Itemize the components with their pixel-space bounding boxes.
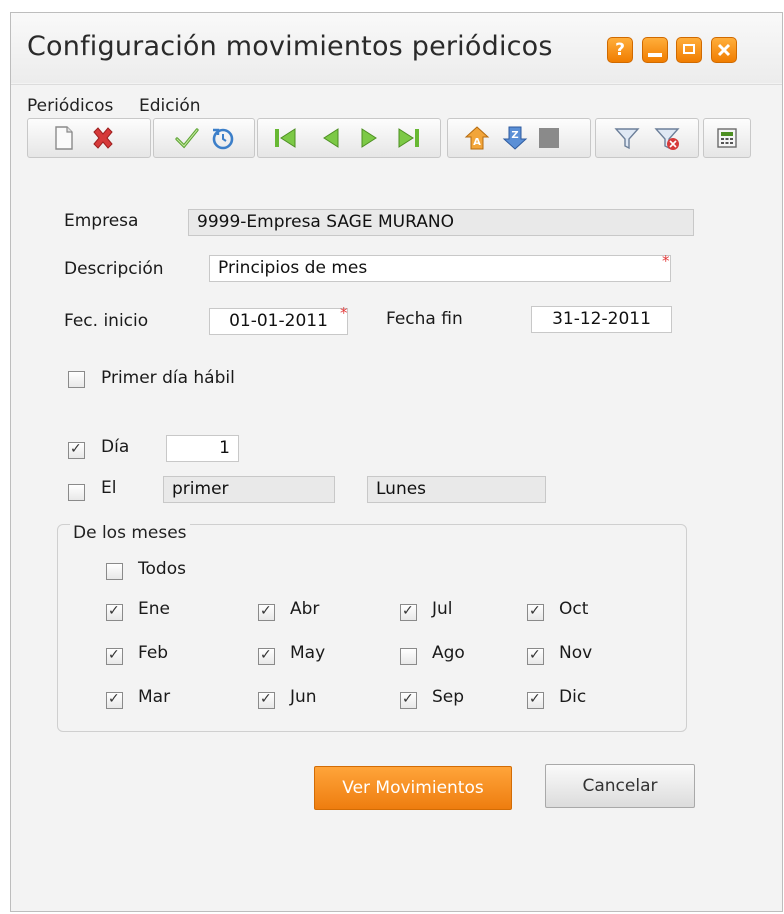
next-record-icon[interactable]: [355, 124, 383, 152]
check-icon: ✓: [529, 691, 541, 707]
month-label: Ene: [138, 599, 170, 619]
month-checkbox-abr[interactable]: ✓: [258, 603, 275, 621]
check-icon: ✓: [108, 691, 120, 707]
month-checkbox-mar[interactable]: ✓: [106, 691, 123, 709]
required-mark: *: [340, 304, 348, 322]
month-checkbox-feb[interactable]: ✓: [106, 647, 123, 665]
first-record-icon[interactable]: [271, 124, 299, 152]
todos-label: Todos: [138, 559, 186, 579]
maximize-icon: [683, 44, 695, 54]
window-title: Configuración movimientos periódicos: [27, 31, 553, 62]
month-label: May: [290, 643, 326, 663]
required-mark: *: [662, 252, 670, 270]
check-icon: ✓: [260, 691, 272, 707]
primer-dia-habil-checkbox[interactable]: [68, 371, 85, 388]
help-icon: ?: [615, 40, 625, 60]
check-icon: ✓: [529, 647, 541, 663]
month-label: Nov: [559, 643, 593, 663]
month-checkbox-ago[interactable]: [400, 648, 417, 665]
dia-label: Día: [101, 437, 130, 457]
month-label: Dic: [559, 687, 587, 707]
maximize-button[interactable]: [676, 37, 702, 63]
check-icon: ✓: [260, 603, 272, 619]
month-checkbox-nov[interactable]: ✓: [527, 647, 544, 665]
stop-icon[interactable]: [535, 124, 563, 152]
month-label: Sep: [432, 687, 465, 707]
menu-periodicos[interactable]: Periódicos: [27, 96, 113, 116]
month-label: Ago: [432, 643, 465, 663]
minimize-icon: [648, 53, 662, 57]
fec-inicio-label: Fec. inicio: [64, 311, 149, 331]
undo-icon[interactable]: [209, 124, 237, 152]
fec-inicio-input[interactable]: 01-01-2011: [209, 308, 348, 335]
month-label: Mar: [138, 687, 171, 707]
month-checkbox-ene[interactable]: ✓: [106, 603, 123, 621]
title-divider: [11, 84, 782, 85]
fecha-fin-input[interactable]: 31-12-2011: [531, 306, 672, 333]
months-group-title: De los meses: [70, 523, 190, 543]
remove-filter-icon[interactable]: [653, 124, 681, 152]
month-checkbox-jul[interactable]: ✓: [400, 603, 417, 621]
sort-descending-icon[interactable]: Z: [501, 124, 529, 152]
menu-edicion[interactable]: Edición: [139, 96, 201, 116]
month-checkbox-dic[interactable]: ✓: [527, 691, 544, 709]
month-checkbox-oct[interactable]: ✓: [527, 603, 544, 621]
calculator-icon[interactable]: [713, 124, 741, 152]
el-label: El: [101, 478, 117, 498]
help-button[interactable]: ?: [607, 37, 633, 63]
check-icon: ✓: [402, 603, 414, 619]
filter-icon[interactable]: [613, 124, 641, 152]
close-icon: [717, 43, 731, 57]
previous-record-icon[interactable]: [317, 124, 345, 152]
el-weekday-select[interactable]: Lunes: [367, 476, 546, 503]
toolbar: A Z: [27, 118, 751, 160]
check-icon: ✓: [260, 647, 272, 663]
minimize-button[interactable]: [642, 37, 668, 63]
toolbar-group-confirm: [153, 118, 255, 158]
check-icon: ✓: [529, 603, 541, 619]
svg-text:A: A: [473, 137, 481, 148]
month-checkbox-may[interactable]: ✓: [258, 647, 275, 665]
title-bar: Configuración movimientos periódicos ?: [11, 13, 782, 83]
month-label: Abr: [290, 599, 320, 619]
el-checkbox[interactable]: [68, 484, 85, 501]
accept-icon[interactable]: [173, 124, 201, 152]
primer-dia-habil-label: Primer día hábil: [101, 368, 235, 388]
month-checkbox-sep[interactable]: ✓: [400, 691, 417, 709]
todos-checkbox[interactable]: [106, 563, 123, 580]
close-button[interactable]: [711, 37, 737, 63]
svg-text:Z: Z: [511, 130, 518, 141]
descripcion-label: Descripción: [64, 259, 164, 279]
cancel-button[interactable]: Cancelar: [545, 764, 695, 808]
dia-input[interactable]: 1: [166, 435, 239, 462]
check-icon: ✓: [108, 647, 120, 663]
month-label: Jun: [290, 687, 317, 707]
month-checkbox-jun[interactable]: ✓: [258, 691, 275, 709]
check-icon: ✓: [70, 441, 82, 457]
empresa-field: 9999-Empresa SAGE MURANO: [188, 209, 694, 236]
month-label: Feb: [138, 643, 169, 663]
check-icon: ✓: [402, 691, 414, 707]
empresa-label: Empresa: [64, 211, 139, 231]
new-document-icon[interactable]: [49, 124, 77, 152]
month-label: Jul: [432, 599, 453, 619]
fecha-fin-label: Fecha fin: [386, 309, 463, 329]
sort-ascending-icon[interactable]: A: [463, 124, 491, 152]
last-record-icon[interactable]: [395, 124, 423, 152]
el-ordinal-select[interactable]: primer: [163, 476, 335, 503]
check-icon: ✓: [108, 603, 120, 619]
month-label: Oct: [559, 599, 589, 619]
dia-checkbox[interactable]: ✓: [68, 441, 85, 459]
delete-icon[interactable]: [89, 124, 117, 152]
toolbar-group-filter: [595, 118, 699, 158]
ver-movimientos-button[interactable]: Ver Movimientos: [314, 766, 512, 810]
descripcion-input[interactable]: Principios de mes: [209, 255, 671, 282]
